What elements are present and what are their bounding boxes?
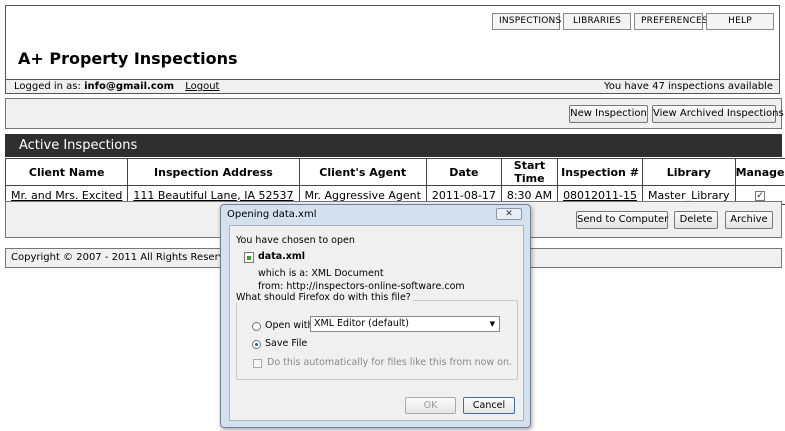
chevron-down-icon: ▼: [489, 320, 495, 328]
nav-help-button[interactable]: HELP: [706, 13, 774, 30]
cancel-button[interactable]: Cancel: [463, 397, 515, 414]
col-date[interactable]: Date: [425, 158, 502, 186]
auto-checkbox-label: Do this automatically for files like thi…: [267, 357, 513, 368]
file-type-text: which is a: XML Document: [258, 268, 384, 279]
nav-preferences-button[interactable]: PREFERENCES: [634, 13, 708, 30]
auto-checkbox[interactable]: [253, 359, 262, 368]
file-source-text: from: http://inspectors-online-software.…: [258, 281, 465, 292]
chosen-to-open-text: You have chosen to open: [236, 235, 355, 246]
inspection-action-bar: New Inspection View Archived Inspections: [5, 98, 784, 129]
save-file-radio[interactable]: [252, 340, 261, 349]
dialog-body: You have chosen to open data.xml which i…: [229, 225, 524, 421]
app-header: INSPECTIONS LIBRARIES PREFERENCES HELP A…: [5, 5, 780, 94]
manage-checkbox[interactable]: ✓: [755, 190, 766, 201]
app-title: A+ Property Inspections: [18, 49, 238, 68]
inspection-count: You have 47 inspections available: [603, 81, 773, 92]
open-with-radio[interactable]: [252, 322, 261, 331]
archive-button[interactable]: Archive: [725, 211, 773, 229]
view-archived-button[interactable]: View Archived Inspections: [652, 105, 784, 123]
open-file-dialog: Opening data.xml ✕ You have chosen to op…: [220, 204, 531, 428]
col-client-name[interactable]: Client Name: [4, 158, 129, 186]
table-header-row: Client Name Inspection Address Client's …: [4, 158, 785, 186]
section-title: Active Inspections: [5, 134, 782, 157]
delete-button[interactable]: Delete: [674, 211, 718, 229]
nav-inspections-button[interactable]: INSPECTIONS: [492, 13, 561, 30]
xml-file-icon: [244, 252, 254, 263]
new-inspection-button[interactable]: New Inspection: [569, 105, 648, 123]
open-with-label[interactable]: Open with: [265, 320, 314, 331]
top-nav: INSPECTIONS LIBRARIES PREFERENCES HELP: [492, 13, 774, 30]
send-to-computer-button[interactable]: Send to Computer: [576, 211, 668, 229]
col-address[interactable]: Inspection Address: [127, 158, 300, 186]
user-email: info@gmail.com: [84, 81, 175, 92]
col-manage: Manage: [734, 158, 785, 186]
col-agent[interactable]: Client's Agent: [298, 158, 427, 186]
col-library[interactable]: Library: [642, 158, 736, 186]
logged-in-label: Logged in as:: [14, 81, 81, 92]
col-inspection-number[interactable]: Inspection #: [557, 158, 644, 186]
address-link[interactable]: 111 Beautiful Lane, IA 52537: [133, 189, 293, 202]
save-file-label[interactable]: Save File: [265, 338, 307, 349]
dialog-title: Opening data.xml: [227, 209, 317, 220]
file-name: data.xml: [258, 251, 306, 262]
inspections-table: Client Name Inspection Address Client's …: [4, 158, 785, 205]
action-question: What should Firefox do with this file?: [234, 292, 413, 303]
open-with-select[interactable]: XML Editor (default) ▼: [310, 316, 500, 332]
nav-libraries-button[interactable]: LIBRARIES: [563, 13, 631, 30]
user-status-bar: Logged in as: info@gmail.com Logout You …: [6, 79, 779, 93]
inspection-number-link[interactable]: 08012011-15: [563, 189, 637, 202]
login-info: Logged in as: info@gmail.com Logout: [14, 80, 219, 93]
ok-button[interactable]: OK: [405, 397, 456, 414]
col-start-time[interactable]: Start Time: [500, 158, 559, 186]
close-icon[interactable]: ✕: [496, 208, 522, 220]
copyright-text: Copyright © 2007 - 2011 All Rights Reser…: [11, 252, 241, 263]
logout-link[interactable]: Logout: [185, 81, 219, 92]
client-name-link[interactable]: Mr. and Mrs. Excited: [11, 189, 122, 202]
open-with-value: XML Editor (default): [314, 318, 409, 329]
